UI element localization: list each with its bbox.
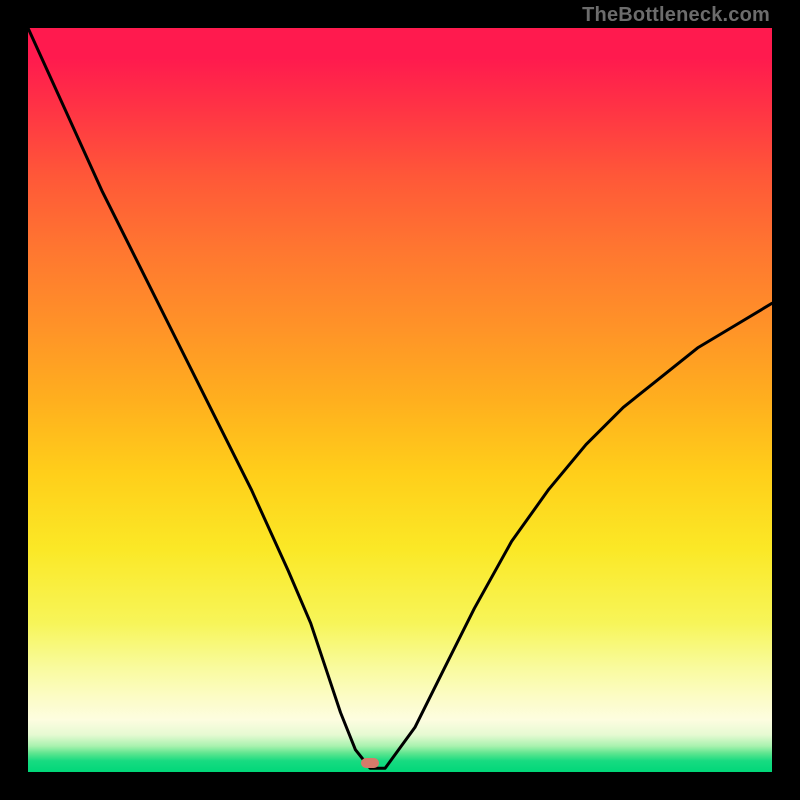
chart-gradient-background xyxy=(28,28,772,772)
attribution-text: TheBottleneck.com xyxy=(582,4,770,27)
chart-frame xyxy=(28,28,772,772)
